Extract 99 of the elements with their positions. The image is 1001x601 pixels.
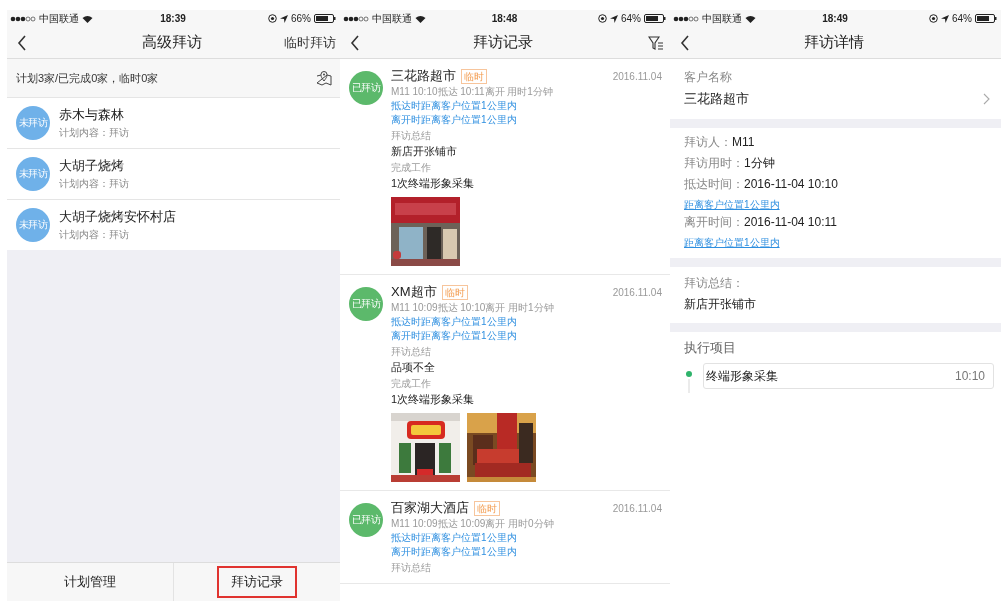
arrival-distance-link[interactable]: 抵达时距离客户位置1公里内 bbox=[391, 99, 662, 113]
task-name: 终端形象采集 bbox=[706, 367, 778, 385]
wifi-icon bbox=[415, 14, 426, 23]
status-badge: 已拜访 bbox=[349, 71, 383, 105]
completed-work: 1次终端形象采集 bbox=[391, 176, 476, 191]
lock-rotation-icon bbox=[928, 14, 938, 23]
battery-icon bbox=[975, 14, 997, 23]
screen-title: 拜访记录 bbox=[472, 33, 534, 52]
status-badge: 已拜访 bbox=[349, 503, 383, 537]
status-time: 18:48 bbox=[491, 13, 518, 24]
battery-icon bbox=[314, 14, 336, 23]
filter-button[interactable] bbox=[648, 35, 666, 50]
status-badge: 未拜访 bbox=[16, 106, 50, 140]
plan-list-item[interactable]: 未拜访 大胡子烧烤 计划内容：拜访 bbox=[7, 148, 340, 199]
visit-date: 2016.11.04 bbox=[612, 502, 662, 514]
field-label: 拜访人： bbox=[684, 135, 732, 149]
signal-icon bbox=[343, 15, 369, 22]
temporary-tag: 临时 bbox=[441, 284, 468, 300]
field-label: 拜访用时： bbox=[684, 156, 744, 170]
departure-distance-link[interactable]: 离开时距离客户位置1公里内 bbox=[391, 545, 662, 559]
battery-percent: 64% bbox=[951, 13, 972, 24]
field-label: 拜访总结： bbox=[684, 275, 745, 292]
carrier-name: 中国联通 bbox=[372, 11, 412, 26]
store-name: XM超市 bbox=[391, 283, 437, 301]
back-chevron-icon bbox=[680, 34, 690, 51]
plan-summary: 计划3家/已完成0家，临时0家 bbox=[16, 70, 159, 86]
visit-times: M11 10:09抵达 10:09离开 用时0分钟 bbox=[391, 517, 555, 531]
store-name: 大胡子烧烤安怀村店 bbox=[59, 208, 176, 226]
distance-link[interactable]: 距离客户位置1公里内 bbox=[684, 237, 780, 248]
map-pin-icon bbox=[316, 70, 332, 86]
lock-rotation-icon bbox=[267, 14, 277, 23]
visit-date: 2016.11.04 bbox=[612, 70, 662, 82]
wifi-icon bbox=[745, 14, 756, 23]
field-value: 2016-11-04 10:11 bbox=[744, 215, 837, 229]
status-time: 18:39 bbox=[160, 13, 186, 24]
completed-work: 1次终端形象采集 bbox=[391, 392, 476, 407]
visit-summary: 新店开张铺市 bbox=[684, 296, 757, 313]
status-badge: 未拜访 bbox=[16, 157, 50, 191]
carrier-name: 中国联通 bbox=[39, 11, 79, 26]
signal-icon bbox=[10, 15, 36, 22]
location-arrow-icon bbox=[940, 14, 949, 23]
visit-times: M11 10:10抵达 10:11离开 用时1分钟 bbox=[391, 85, 554, 99]
field-label: 离开时间： bbox=[684, 215, 744, 229]
tab[interactable]: 计划管理 bbox=[50, 566, 130, 598]
store-name: 三花路超市 bbox=[391, 67, 456, 85]
customer-name: 三花路超市 bbox=[684, 90, 749, 108]
lock-rotation-icon bbox=[597, 14, 607, 23]
visit-times: M11 10:09抵达 10:10离开 用时1分钟 bbox=[391, 301, 555, 315]
field-value: M11 bbox=[732, 135, 755, 149]
field-value: 1分钟 bbox=[744, 156, 775, 170]
field-label: 完成工作 bbox=[391, 377, 432, 391]
visit-summary: 品项不全 bbox=[391, 360, 436, 375]
chevron-right-icon bbox=[983, 93, 990, 105]
visit-date: 2016.11.04 bbox=[612, 286, 662, 298]
plan-content: 计划内容：拜访 bbox=[59, 228, 130, 242]
plan-list-item[interactable]: 未拜访 赤木与森林 计划内容：拜访 bbox=[7, 98, 340, 148]
task-time: 10:10 bbox=[954, 369, 985, 383]
distance-link[interactable]: 距离客户位置1公里内 bbox=[684, 199, 780, 210]
temporary-visit-button[interactable]: 临时拜访 bbox=[284, 33, 336, 52]
filter-icon bbox=[648, 35, 664, 50]
status-badge: 已拜访 bbox=[349, 287, 383, 321]
store-name: 百家湖大酒店 bbox=[391, 499, 469, 517]
back-chevron-icon bbox=[17, 34, 27, 51]
field-label: 完成工作 bbox=[391, 161, 432, 175]
visit-summary: 新店开张铺市 bbox=[391, 144, 458, 159]
back-chevron-icon bbox=[350, 34, 360, 51]
customer-row[interactable]: 三花路超市 bbox=[684, 87, 994, 111]
store-name: 赤木与森林 bbox=[59, 106, 125, 124]
field-label: 客户名称 bbox=[684, 69, 733, 86]
battery-percent: 66% bbox=[290, 13, 311, 24]
screen-title: 拜访详情 bbox=[802, 33, 865, 52]
field-label: 拜访总结 bbox=[391, 129, 432, 143]
task-card[interactable]: 终端形象采集 10:10 bbox=[703, 363, 994, 389]
field-label: 抵达时间： bbox=[684, 177, 744, 191]
screen-title: 高级拜访 bbox=[140, 33, 203, 52]
field-label: 拜访总结 bbox=[391, 345, 432, 359]
status-time: 18:49 bbox=[822, 13, 848, 24]
field-value: 2016-11-04 10:10 bbox=[744, 177, 838, 191]
temporary-tag: 临时 bbox=[474, 500, 500, 516]
temporary-tag: 临时 bbox=[461, 68, 487, 84]
carrier-name: 中国联通 bbox=[702, 11, 742, 26]
store-name: 大胡子烧烤 bbox=[59, 157, 125, 175]
section-title: 执行项目 bbox=[684, 339, 737, 357]
location-arrow-icon bbox=[609, 14, 618, 23]
tab[interactable]: 拜访记录 bbox=[217, 566, 297, 598]
field-label: 拜访总结 bbox=[391, 561, 432, 575]
signal-icon bbox=[673, 15, 699, 22]
location-arrow-icon bbox=[279, 14, 288, 23]
plan-list-item[interactable]: 未拜访 大胡子烧烤安怀村店 计划内容：拜访 bbox=[7, 199, 340, 250]
plan-content: 计划内容：拜访 bbox=[59, 126, 129, 140]
plan-content: 计划内容：拜访 bbox=[59, 177, 129, 191]
departure-distance-link[interactable]: 离开时距离客户位置1公里内 bbox=[391, 113, 662, 127]
status-badge: 未拜访 bbox=[16, 208, 50, 242]
battery-percent: 64% bbox=[620, 13, 641, 24]
wifi-icon bbox=[82, 14, 93, 23]
arrival-distance-link[interactable]: 抵达时距离客户位置1公里内 bbox=[391, 531, 662, 545]
arrival-distance-link[interactable]: 抵达时距离客户位置1公里内 bbox=[391, 315, 662, 329]
departure-distance-link[interactable]: 离开时距离客户位置1公里内 bbox=[391, 329, 662, 343]
battery-icon bbox=[644, 14, 666, 23]
